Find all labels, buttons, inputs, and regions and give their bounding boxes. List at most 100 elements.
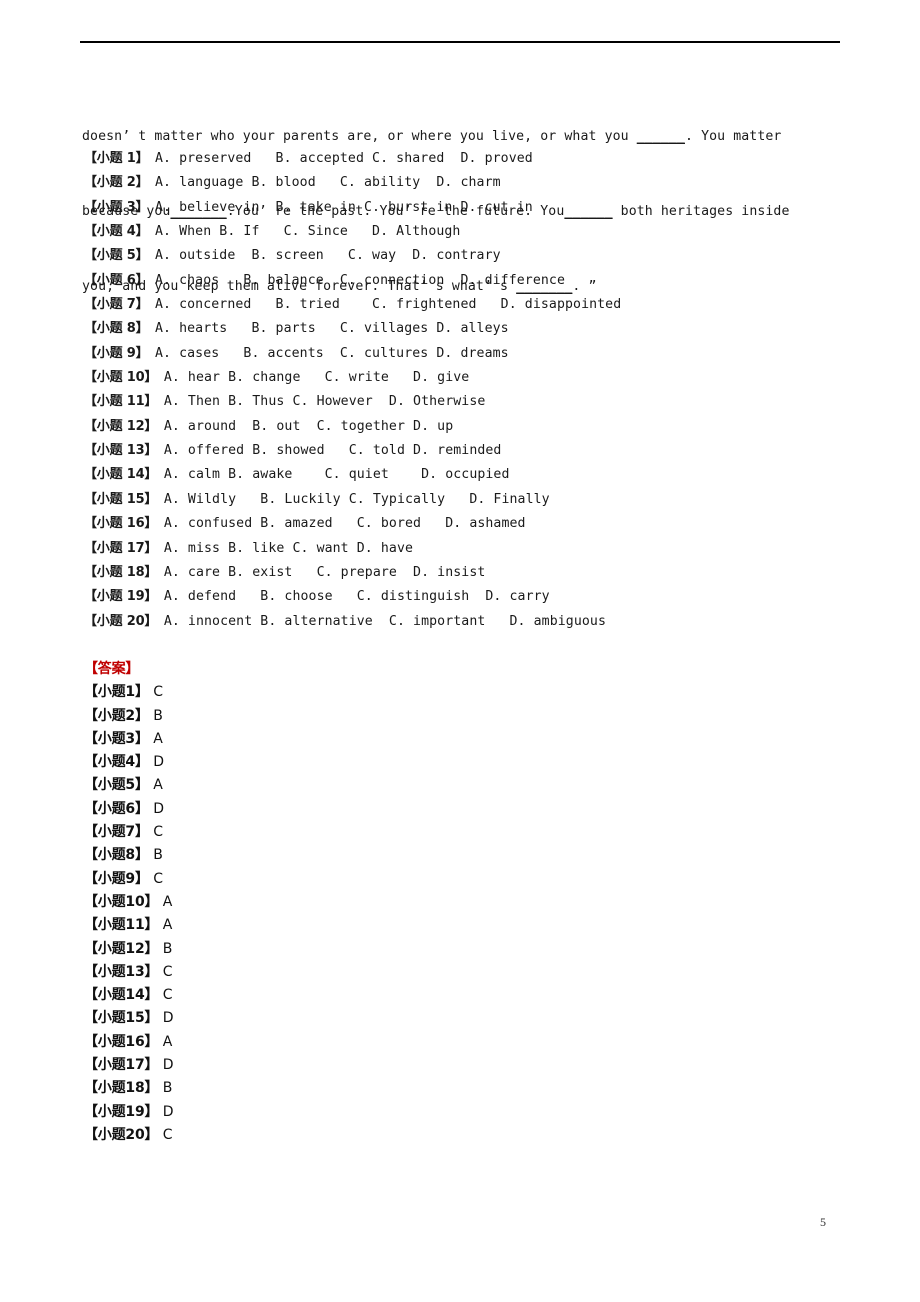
question-row: 【小题 6】 A. chaos B. balance C. connection… bbox=[84, 268, 864, 292]
answer-label: 【小题6】 bbox=[84, 800, 149, 817]
answer-label: 【小题4】 bbox=[84, 754, 149, 771]
answer-row: 【小题3】 A bbox=[84, 728, 484, 751]
answer-row: 【小题1】 C bbox=[84, 681, 484, 704]
question-label: 【小题 7】 bbox=[84, 297, 149, 313]
question-options: A. miss B. like C. want D. have bbox=[163, 540, 414, 556]
question-label: 【小题 15】 bbox=[84, 491, 158, 507]
passage-line-1-text: doesn’ t matter who your parents are, or… bbox=[82, 129, 637, 144]
answer-label: 【小题19】 bbox=[84, 1103, 159, 1120]
question-label: 【小题 11】 bbox=[84, 394, 158, 410]
answer-row: 【小题9】 C bbox=[84, 868, 484, 891]
question-label: 【小题 6】 bbox=[84, 272, 149, 288]
question-row: 【小题 19】 A. defend B. choose C. distingui… bbox=[84, 584, 864, 608]
answer-row: 【小题4】 D bbox=[84, 751, 484, 774]
question-options: A. concerned B. tried C. frightened D. d… bbox=[154, 297, 622, 313]
question-row: 【小题 16】 A. confused B. amazed C. bored D… bbox=[84, 511, 864, 535]
answer-value: B bbox=[162, 940, 173, 957]
answer-row: 【小题12】 B bbox=[84, 938, 484, 961]
question-label: 【小题 16】 bbox=[84, 516, 158, 532]
passage-line-1-tail: . You matter bbox=[684, 129, 782, 144]
question-options: A. around B. out C. together D. up bbox=[163, 418, 454, 434]
answer-row: 【小题17】 D bbox=[84, 1054, 484, 1077]
answer-value: A bbox=[162, 1033, 173, 1050]
answer-label: 【小题17】 bbox=[84, 1057, 159, 1074]
answer-key-list: 【小题1】 C 【小题2】 B 【小题3】 A 【小题4】 D 【小题5】 A 【小题6】… bbox=[84, 681, 484, 1147]
answer-row: 【小题6】 D bbox=[84, 798, 484, 821]
answer-label: 【小题10】 bbox=[84, 893, 159, 910]
page-number: 5 bbox=[820, 1215, 826, 1229]
question-options: A. hearts B. parts C. villages D. alleys bbox=[154, 321, 509, 337]
question-label: 【小题 3】 bbox=[84, 199, 149, 215]
question-options: A. Wildly B. Luckily C. Typically D. Fin… bbox=[163, 491, 550, 507]
question-row: 【小题 1】 A. preserved B. accepted C. share… bbox=[84, 146, 864, 170]
question-options: A. When B. If C. Since D. Although bbox=[154, 224, 461, 240]
answer-row: 【小题19】 D bbox=[84, 1101, 484, 1124]
question-label: 【小题 10】 bbox=[84, 370, 158, 386]
question-label: 【小题 2】 bbox=[84, 175, 149, 191]
answer-value: A bbox=[162, 893, 173, 910]
question-row: 【小题 12】 A. around B. out C. together D. … bbox=[84, 414, 864, 438]
question-row: 【小题 10】 A. hear B. change C. write D. gi… bbox=[84, 365, 864, 389]
question-label: 【小题 20】 bbox=[84, 613, 158, 629]
answer-label: 【小题12】 bbox=[84, 940, 159, 957]
question-row: 【小题 17】 A. miss B. like C. want D. have bbox=[84, 536, 864, 560]
question-row: 【小题 18】 A. care B. exist C. prepare D. i… bbox=[84, 560, 864, 584]
header-divider-rule bbox=[80, 41, 840, 43]
document-page: doesn’ t matter who your parents are, or… bbox=[0, 0, 920, 1302]
question-label: 【小题 8】 bbox=[84, 321, 149, 337]
question-row: 【小题 13】 A. offered B. showed C. told D. … bbox=[84, 438, 864, 462]
answer-row: 【小题2】 B bbox=[84, 705, 484, 728]
question-options: A. outside B. screen C. way D. contrary bbox=[154, 248, 501, 264]
question-row: 【小题 7】 A. concerned B. tried C. frighten… bbox=[84, 292, 864, 316]
question-label: 【小题 18】 bbox=[84, 564, 158, 580]
answer-row: 【小题16】 A bbox=[84, 1031, 484, 1054]
answer-value: D bbox=[162, 1010, 174, 1027]
question-label: 【小题 17】 bbox=[84, 540, 158, 556]
question-options: A. care B. exist C. prepare D. insist bbox=[163, 564, 486, 580]
question-label: 【小题 4】 bbox=[84, 224, 149, 240]
answer-value: A bbox=[153, 777, 163, 794]
question-options: A. cases B. accents C. cultures D. dream… bbox=[154, 345, 509, 361]
question-label: 【小题 1】 bbox=[84, 151, 149, 166]
answer-row: 【小题15】 D bbox=[84, 1007, 484, 1030]
answer-key-section: 【答案】 【小题1】 C 【小题2】 B 【小题3】 A 【小题4】 D 【小题5】 A… bbox=[84, 658, 484, 1147]
answer-value: B bbox=[153, 707, 163, 724]
answer-row: 【小题11】 A bbox=[84, 914, 484, 937]
answer-label: 【小题14】 bbox=[84, 987, 159, 1004]
answer-value: C bbox=[162, 963, 173, 980]
answer-value: D bbox=[153, 800, 164, 817]
answer-label: 【小题5】 bbox=[84, 777, 149, 794]
question-row: 【小题 2】 A. language B. blood C. ability D… bbox=[84, 170, 864, 194]
answer-value: D bbox=[162, 1057, 174, 1074]
question-options: A. confused B. amazed C. bored D. ashame… bbox=[163, 516, 526, 532]
answer-label: 【小题9】 bbox=[84, 870, 149, 887]
answer-row: 【小题14】 C bbox=[84, 984, 484, 1007]
question-options: A. offered B. showed C. told D. reminded bbox=[163, 443, 502, 459]
answer-value: C bbox=[162, 1126, 173, 1143]
question-options: A. language B. blood C. ability D. charm bbox=[154, 175, 501, 191]
answer-value: C bbox=[162, 987, 173, 1004]
answer-row: 【小题5】 A bbox=[84, 774, 484, 797]
question-options: A. Then B. Thus C. However D. Otherwise bbox=[163, 394, 486, 410]
answer-label: 【小题7】 bbox=[84, 824, 149, 841]
answer-label: 【小题13】 bbox=[84, 963, 159, 980]
answer-row: 【小题18】 B bbox=[84, 1077, 484, 1100]
answer-value: B bbox=[153, 847, 163, 864]
question-row: 【小题 9】 A. cases B. accents C. cultures D… bbox=[84, 341, 864, 365]
answer-value: A bbox=[162, 917, 173, 934]
answer-row: 【小题20】 C bbox=[84, 1124, 484, 1147]
answer-label: 【小题20】 bbox=[84, 1126, 159, 1143]
answer-value: D bbox=[162, 1103, 174, 1120]
question-options: A. innocent B. alternative C. important … bbox=[163, 613, 606, 629]
question-options: A. preserved B. accepted C. shared D. pr… bbox=[154, 151, 533, 166]
answer-value: C bbox=[153, 684, 163, 701]
answer-label: 【小题8】 bbox=[84, 847, 149, 864]
question-label: 【小题 14】 bbox=[84, 467, 158, 483]
answer-label: 【小题15】 bbox=[84, 1010, 159, 1027]
answer-value: C bbox=[153, 824, 163, 841]
question-row: 【小题 3】 A. believe in B. take in C. burst… bbox=[84, 195, 864, 219]
question-label: 【小题 13】 bbox=[84, 443, 158, 459]
answer-row: 【小题13】 C bbox=[84, 961, 484, 984]
question-list: 【小题 1】 A. preserved B. accepted C. share… bbox=[84, 146, 864, 633]
answer-label: 【小题3】 bbox=[84, 730, 149, 747]
